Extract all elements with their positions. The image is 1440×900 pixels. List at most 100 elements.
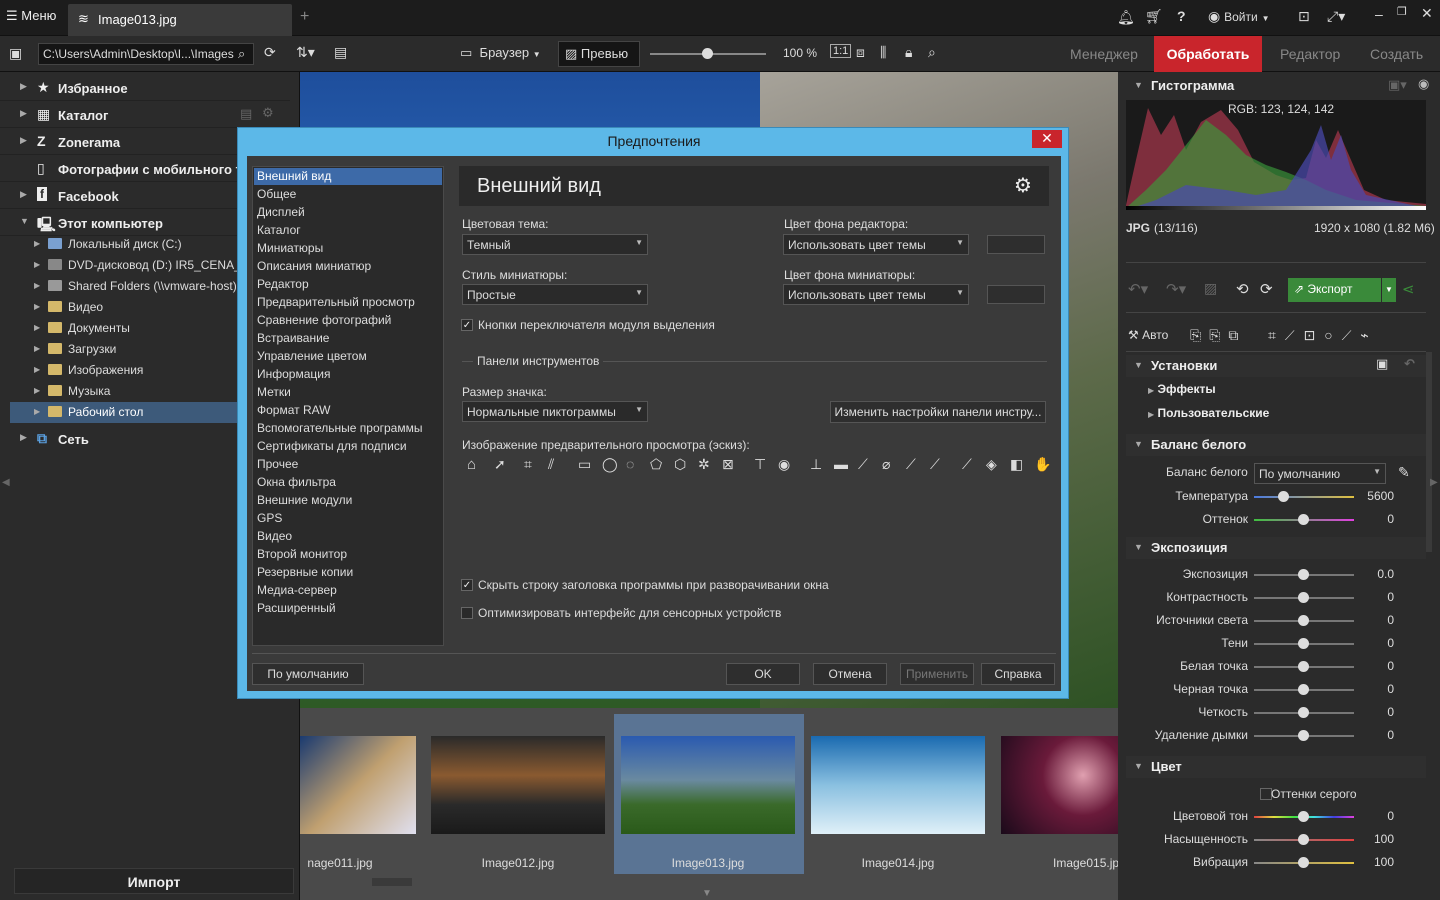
zoom-lens-icon[interactable]: ⌕ <box>928 44 936 61</box>
category-item[interactable]: Дисплей <box>254 204 442 221</box>
browser-button[interactable]: ▭ Браузер ▼ <box>460 45 541 61</box>
change-toolbar-button[interactable]: Изменить настройки панели инстру... <box>830 401 1046 423</box>
thumb-style-select[interactable]: Простые ▼ <box>462 284 648 305</box>
hide-title-checkbox[interactable]: ✓ <box>461 579 473 591</box>
thumbnail-clouds[interactable] <box>811 736 985 834</box>
category-item[interactable]: Прочее <box>254 456 442 473</box>
category-item[interactable]: GPS <box>254 510 442 527</box>
wb-select[interactable]: По умолчанию ▼ <box>1254 463 1386 484</box>
fit-height-icon[interactable]: ⫼ <box>880 44 886 61</box>
edit-tools[interactable]: ⌗⟋⊡○⟋⌁ <box>1268 327 1378 344</box>
refresh-icon[interactable]: ⟳ <box>264 44 276 61</box>
fullscreen-icon[interactable]: ⤢▾ <box>1327 8 1345 25</box>
preview-button[interactable]: ▨ Превью <box>558 41 640 67</box>
actual-size-icon[interactable]: 1:1 <box>830 44 852 58</box>
maximize-icon[interactable]: ❐ <box>1397 5 1407 18</box>
temperature-slider[interactable] <box>1254 496 1354 498</box>
thumbnail-wolves[interactable] <box>300 736 416 834</box>
lock-icon[interactable]: 🔒︎ <box>905 44 912 61</box>
category-item[interactable]: Сертификаты для подписи <box>254 438 442 455</box>
fit-icon[interactable]: ⧈ <box>856 44 865 61</box>
monitor-icon[interactable]: ⊡ <box>1298 8 1310 25</box>
new-tab-icon[interactable]: + <box>300 8 309 26</box>
category-item[interactable]: Каталог <box>254 222 442 239</box>
icon-size-select[interactable]: Нормальные пиктограммы ▼ <box>462 401 648 422</box>
ok-button[interactable]: OK <box>726 663 800 685</box>
slider-knob[interactable] <box>1298 638 1309 649</box>
collapse-left-icon[interactable]: ◀ <box>2 477 10 488</box>
mode-editor[interactable]: Редактор <box>1270 36 1350 72</box>
thumb-bg-swatch[interactable] <box>987 285 1045 304</box>
undo-icon[interactable]: ↶▾ <box>1128 280 1148 298</box>
close-icon[interactable]: ✕ <box>1421 5 1433 22</box>
cart-icon[interactable]: 🛒︎ <box>1145 8 1163 25</box>
category-item[interactable]: Резервные копии <box>254 564 442 581</box>
image-tab[interactable]: ≋ Image013.jpg <box>68 4 292 36</box>
sort-icon[interactable]: ⇅▾ <box>296 44 315 61</box>
apply-button[interactable]: Применить <box>900 663 974 685</box>
menu-button[interactable]: ☰ Меню <box>6 8 56 24</box>
path-field[interactable]: C:\Users\Admin\Desktop\I...\Images <box>38 43 254 65</box>
white-balance-header[interactable]: ▼ Баланс белого <box>1126 434 1426 456</box>
category-item[interactable]: Встраивание <box>254 330 442 347</box>
gear-icon[interactable]: ⚙ <box>262 105 274 121</box>
editor-bg-swatch[interactable] <box>987 235 1045 254</box>
help-icon[interactable]: ? <box>1177 8 1186 24</box>
settings-header[interactable]: ▼ Установки ▣ ↶ <box>1126 355 1426 377</box>
new-folder-icon[interactable]: ▤ <box>334 44 347 61</box>
category-item[interactable]: Метки <box>254 384 442 401</box>
category-item[interactable]: Внешний вид <box>254 168 442 185</box>
category-item[interactable]: Второй монитор <box>254 546 442 563</box>
search-icon[interactable]: ⌕ <box>238 46 245 62</box>
original-icon[interactable]: ▨ <box>1204 280 1217 297</box>
gear-icon[interactable]: ⚙ <box>1014 173 1032 198</box>
share-icon[interactable]: ⋖ <box>1402 280 1415 298</box>
redo-icon[interactable]: ↷▾ <box>1166 280 1186 298</box>
user-presets-item[interactable]: ▶ Пользовательские <box>1148 406 1269 420</box>
copy-tools[interactable]: ⎘⎘⧉ <box>1190 327 1246 344</box>
rotate-right-icon[interactable]: ⟳ <box>1260 280 1273 298</box>
category-item[interactable]: Вспомогательные программы <box>254 420 442 437</box>
eyedropper-icon[interactable]: ✎ <box>1398 464 1410 481</box>
collapse-right-icon[interactable]: ▶ <box>1430 477 1438 488</box>
import-button[interactable]: Импорт <box>14 868 294 894</box>
add-folder-icon[interactable]: ▤ <box>240 106 252 122</box>
minimize-icon[interactable]: – <box>1375 6 1383 22</box>
category-item[interactable]: Внешние модули <box>254 492 442 509</box>
thumbnail-mountains[interactable] <box>621 736 795 834</box>
color-header[interactable]: ▼ Цвет <box>1126 756 1426 778</box>
slider-knob[interactable] <box>1298 707 1309 718</box>
mode-manager[interactable]: Менеджер <box>1060 36 1148 72</box>
histogram-mode-icon[interactable]: ▣▾ <box>1388 77 1407 93</box>
thumb-bg-select[interactable]: Использовать цвет темы ▼ <box>783 284 969 305</box>
collapse-down-icon[interactable]: ▼ <box>702 888 712 899</box>
module-switch-checkbox[interactable]: ✓ <box>461 319 473 331</box>
category-item[interactable]: Редактор <box>254 276 442 293</box>
slider-knob[interactable] <box>1298 684 1309 695</box>
zoom-slider-knob[interactable] <box>702 48 713 59</box>
category-item[interactable]: Формат RAW <box>254 402 442 419</box>
slider-knob[interactable] <box>1278 491 1289 502</box>
theme-select[interactable]: Темный ▼ <box>462 234 648 255</box>
effects-item[interactable]: ▶ Эффекты <box>1148 382 1216 396</box>
touch-checkbox[interactable] <box>461 607 473 619</box>
editor-bg-select[interactable]: Использовать цвет темы ▼ <box>783 234 969 255</box>
nav-favorites[interactable]: ▶ ★ Избранное <box>0 75 290 101</box>
category-item[interactable]: Миниатюры <box>254 240 442 257</box>
histogram-header[interactable]: ▼ Гистограмма ▣▾ ◉ <box>1126 75 1429 97</box>
slider-knob[interactable] <box>1298 811 1309 822</box>
bell-icon[interactable]: 🔔︎ <box>1117 9 1135 26</box>
filmstrip-scrollbar[interactable] <box>372 878 412 886</box>
slider-knob[interactable] <box>1298 514 1309 525</box>
slider-knob[interactable] <box>1298 834 1309 845</box>
category-item[interactable]: Описания миниатюр <box>254 258 442 275</box>
category-item[interactable]: Сравнение фотографий <box>254 312 442 329</box>
slider-knob[interactable] <box>1298 615 1309 626</box>
category-item[interactable]: Расширенный <box>254 600 442 617</box>
auto-button[interactable]: ⚒ Авто <box>1128 328 1168 342</box>
category-item[interactable]: Видео <box>254 528 442 545</box>
default-button[interactable]: По умолчанию <box>252 663 364 685</box>
category-item[interactable]: Общее <box>254 186 442 203</box>
export-dropdown[interactable]: ▼ <box>1382 278 1396 302</box>
slider-knob[interactable] <box>1298 730 1309 741</box>
